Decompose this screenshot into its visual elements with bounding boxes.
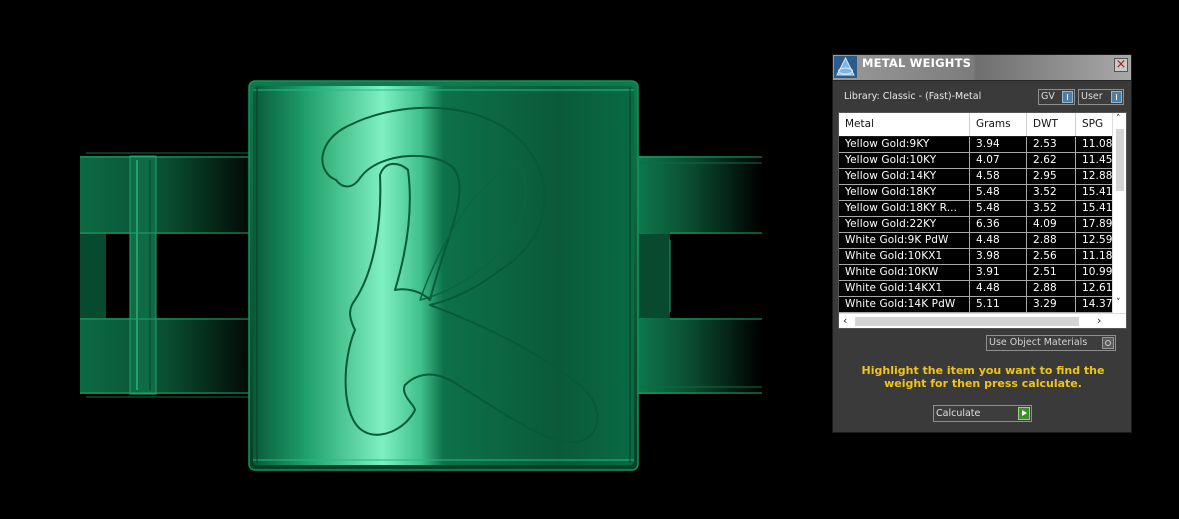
metal-weights-dialog: METAL WEIGHTS × Library: Classic - (Fast… (832, 54, 1132, 433)
right-shank (636, 156, 762, 394)
cell-metal: Yellow Gold:18KY R... (839, 201, 970, 216)
3d-viewport[interactable] (0, 0, 820, 519)
column-header-grams[interactable]: Grams (970, 113, 1027, 136)
cell-metal: White Gold:14KX1 (839, 281, 970, 296)
cell-spg: 11.18 (1082, 250, 1113, 262)
cell-metal: Yellow Gold:18KY (839, 185, 970, 200)
cell-metal: Yellow Gold:9KY (839, 137, 970, 152)
dialog-title: METAL WEIGHTS (862, 56, 972, 70)
calculate-button[interactable]: Calculate (933, 405, 1032, 422)
cell-grams: 3.98 (970, 249, 1027, 264)
scroll-left-icon[interactable]: ‹ (843, 314, 847, 327)
scroll-down-icon[interactable]: ˅ (1116, 298, 1121, 308)
cell-grams: 4.07 (970, 153, 1027, 168)
cell-dwt: 4.09 (1027, 217, 1076, 232)
left-shank (80, 152, 250, 398)
library-label: Library: Classic - (Fast)-Metal (844, 91, 982, 102)
cell-spg: 17.89 (1082, 218, 1113, 230)
user-toggle[interactable]: User (1078, 89, 1124, 105)
cell-dwt: 2.62 (1027, 153, 1076, 168)
cell-grams: 6.36 (970, 217, 1027, 232)
cell-spg: 15.41 (1082, 186, 1113, 198)
cell-dwt: 2.88 (1027, 281, 1076, 296)
cell-metal: Yellow Gold:10KY (839, 153, 970, 168)
cell-metal: Yellow Gold:22KY (839, 217, 970, 232)
toggle-switch-icon (1062, 91, 1073, 103)
cell-spg: 14.37 (1082, 298, 1113, 310)
table-header: Metal Grams DWT SPG (839, 113, 1112, 137)
gv-toggle[interactable]: GV (1038, 89, 1075, 105)
table-row[interactable]: White Gold:10KW 3.91 2.51 10.99 (839, 265, 1112, 281)
vertical-scrollbar[interactable]: ˄ ˅ (1112, 113, 1126, 313)
cell-dwt: 2.95 (1027, 169, 1076, 184)
cell-spg: 12.59 (1082, 234, 1113, 246)
table-row[interactable]: White Gold:14KX1 4.48 2.88 12.61 (839, 281, 1112, 297)
cell-metal: White Gold:10KX1 (839, 249, 970, 264)
horizontal-scrollbar[interactable]: ‹ › (839, 313, 1126, 328)
cell-spg: 10.99 (1082, 266, 1113, 278)
cell-dwt: 3.52 (1027, 201, 1076, 216)
cell-spg: 11.08 (1082, 138, 1113, 150)
cell-grams: 4.48 (970, 281, 1027, 296)
cell-grams: 5.11 (970, 297, 1027, 312)
cell-spg: 12.88 (1082, 170, 1113, 182)
cell-spg: 15.41 (1082, 202, 1113, 214)
use-object-materials-label: Use Object Materials (989, 337, 1088, 348)
cell-metal: White Gold:10KW (839, 265, 970, 280)
toggle-switch-icon (1111, 91, 1122, 103)
column-header-spg[interactable]: SPG (1076, 113, 1116, 136)
horizontal-scroll-thumb[interactable] (855, 317, 1079, 326)
cell-metal: Yellow Gold:14KY (839, 169, 970, 184)
cell-grams: 4.48 (970, 233, 1027, 248)
gv-toggle-label: GV (1041, 91, 1055, 102)
column-header-metal[interactable]: Metal (839, 113, 970, 136)
cell-grams: 4.58 (970, 169, 1027, 184)
signet-face (248, 80, 639, 471)
cell-dwt: 2.56 (1027, 249, 1076, 264)
cell-dwt: 3.52 (1027, 185, 1076, 200)
table-row[interactable]: White Gold:14K PdW 5.11 3.29 14.37 (839, 297, 1112, 313)
table-row[interactable]: Yellow Gold:14KY 4.58 2.95 12.88 (839, 169, 1112, 185)
scroll-right-icon[interactable]: › (1097, 314, 1101, 327)
app-logo-icon (834, 56, 857, 78)
cell-dwt: 2.51 (1027, 265, 1076, 280)
table-row[interactable]: White Gold:10KX1 3.98 2.56 11.18 (839, 249, 1112, 265)
cell-spg: 11.45 (1082, 154, 1113, 166)
cell-metal: White Gold:9K PdW (839, 233, 970, 248)
instructions-text: Highlight the item you want to find the … (861, 364, 1105, 390)
cell-grams: 5.48 (970, 201, 1027, 216)
vertical-scroll-thumb[interactable] (1116, 129, 1124, 191)
cell-spg: 12.61 (1082, 282, 1113, 294)
table-row[interactable]: Yellow Gold:18KY 5.48 3.52 15.41 (839, 185, 1112, 201)
metal-table: Metal Grams DWT SPG Yellow Gold:9KY 3.94 2… (838, 112, 1127, 329)
table-row[interactable]: White Gold:9K PdW 4.48 2.88 12.59 (839, 233, 1112, 249)
title-bar[interactable]: METAL WEIGHTS × (833, 55, 1131, 81)
cell-metal: White Gold:14K PdW (839, 297, 970, 312)
table-row[interactable]: Yellow Gold:10KY 4.07 2.62 11.45 (839, 153, 1112, 169)
calculate-label: Calculate (936, 408, 981, 419)
cell-dwt: 3.29 (1027, 297, 1076, 312)
user-toggle-label: User (1081, 91, 1103, 102)
radio-icon (1102, 337, 1114, 349)
cell-grams: 3.94 (970, 137, 1027, 152)
table-row[interactable]: Yellow Gold:22KY 6.36 4.09 17.89 (839, 217, 1112, 233)
close-button[interactable]: × (1114, 58, 1128, 72)
cell-grams: 3.91 (970, 265, 1027, 280)
play-icon (1018, 407, 1030, 420)
close-icon: × (1115, 57, 1127, 72)
column-header-dwt[interactable]: DWT (1027, 113, 1076, 136)
use-object-materials-toggle[interactable]: Use Object Materials (986, 335, 1116, 351)
table-row[interactable]: Yellow Gold:9KY 3.94 2.53 11.08 (839, 137, 1112, 153)
table-body: Yellow Gold:9KY 3.94 2.53 11.08 Yellow Gold:… (839, 137, 1112, 313)
cell-dwt: 2.88 (1027, 233, 1076, 248)
cell-grams: 5.48 (970, 185, 1027, 200)
scroll-up-icon[interactable]: ˄ (1116, 114, 1121, 124)
ring-model (80, 80, 762, 471)
table-row[interactable]: Yellow Gold:18KY R... 5.48 3.52 15.41 (839, 201, 1112, 217)
cell-dwt: 2.53 (1027, 137, 1076, 152)
